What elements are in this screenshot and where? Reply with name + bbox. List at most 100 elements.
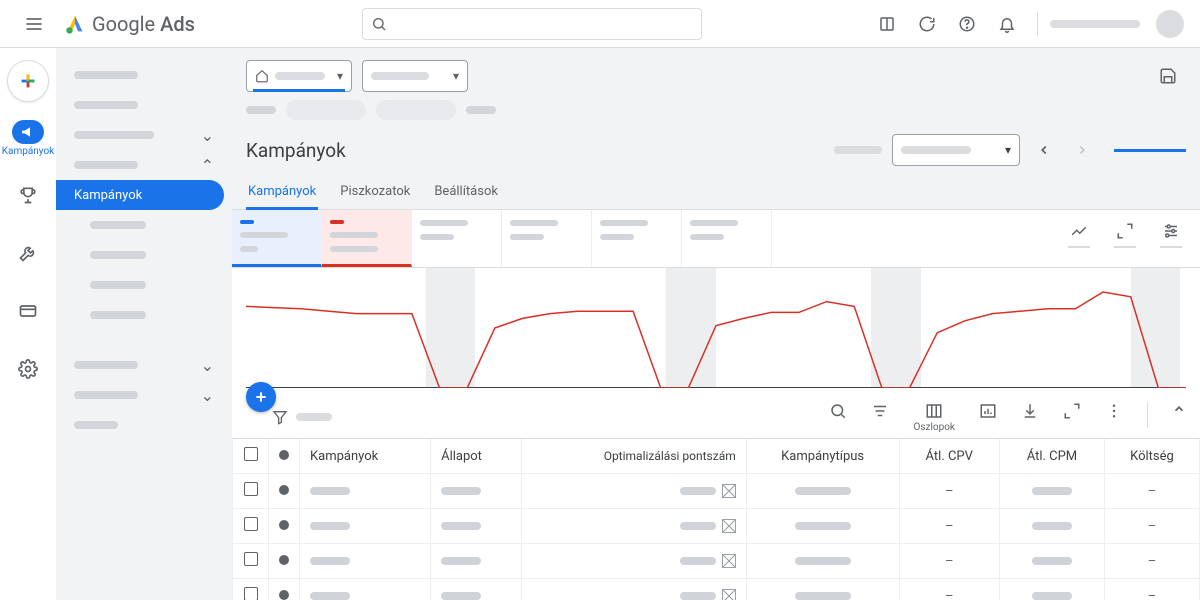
checkbox-icon[interactable] xyxy=(244,517,258,531)
rail-item-billing[interactable] xyxy=(8,291,48,331)
metric-card[interactable] xyxy=(592,210,682,267)
cell-ph xyxy=(310,592,350,600)
chart-svg xyxy=(246,268,1186,388)
date-range-selector[interactable]: ▾ xyxy=(892,134,1020,166)
cell-ph xyxy=(310,522,350,530)
nav2-item-campaigns[interactable]: Kampányok xyxy=(56,180,224,210)
metric-card-2[interactable] xyxy=(322,210,412,267)
checkbox-icon[interactable] xyxy=(244,447,258,461)
unavailable-icon xyxy=(722,519,736,533)
more-icon[interactable] xyxy=(1105,402,1123,432)
reports-icon[interactable] xyxy=(979,402,997,432)
rail-item-settings[interactable] xyxy=(8,349,48,389)
date-prev-button[interactable] xyxy=(1030,136,1058,164)
checkbox-icon[interactable] xyxy=(244,587,258,600)
status-dot-icon xyxy=(279,520,289,530)
rail-item-trophy[interactable] xyxy=(8,175,48,215)
cell-ph xyxy=(795,557,851,565)
campaigns-table: Kampányok Állapot Optimalizálási pontszá… xyxy=(232,439,1200,600)
table-row[interactable]: –– xyxy=(233,544,1200,579)
nav2-item[interactable] xyxy=(56,240,232,270)
metric-card[interactable] xyxy=(682,210,772,267)
chevron-down-icon: ⌄ xyxy=(201,356,214,375)
add-campaign-button[interactable] xyxy=(246,382,276,412)
search-box[interactable] xyxy=(362,8,702,40)
search-in-table-icon[interactable] xyxy=(829,402,847,432)
tab-drafts[interactable]: Piszkozatok xyxy=(338,176,412,209)
fullscreen-icon[interactable] xyxy=(1063,402,1081,432)
filter-ph xyxy=(296,413,332,421)
nav2-item[interactable]: ⌃ xyxy=(56,150,232,180)
th-campaigns[interactable]: Kampányok xyxy=(300,439,431,474)
bc-chip[interactable] xyxy=(286,100,366,120)
brand-name-1: Google Ads xyxy=(92,12,195,36)
create-button[interactable] xyxy=(7,60,49,102)
status-dot-icon xyxy=(279,555,289,565)
metric-card[interactable] xyxy=(412,210,502,267)
bc-seg xyxy=(246,106,276,114)
chart-type-icon[interactable] xyxy=(1068,222,1090,248)
left-rail: Kampányok xyxy=(0,48,56,600)
avatar[interactable] xyxy=(1156,10,1184,38)
th-status-dot xyxy=(269,439,300,474)
cell-ph xyxy=(1032,522,1072,530)
th-status[interactable]: Állapot xyxy=(431,439,522,474)
rail-item-tools[interactable] xyxy=(8,233,48,273)
nav2-item[interactable]: ⌄ xyxy=(56,380,232,410)
nav2-item[interactable] xyxy=(56,210,232,240)
th-cpv[interactable]: Átl. CPV xyxy=(899,439,999,474)
divider xyxy=(1037,12,1038,36)
discover-icon[interactable] xyxy=(869,6,905,42)
account-selector[interactable]: ▾ xyxy=(246,60,352,92)
nav2-item[interactable] xyxy=(56,60,232,90)
range-ph xyxy=(901,146,971,154)
columns-label: Oszlopok xyxy=(913,422,955,432)
th-select[interactable] xyxy=(233,439,269,474)
metric-cards xyxy=(232,210,1200,268)
opt-cell xyxy=(532,484,736,498)
top-right xyxy=(869,6,1184,42)
tab-campaigns[interactable]: Kampányok xyxy=(246,176,318,209)
rail-item-campaigns[interactable]: Kampányok xyxy=(2,120,55,157)
expand-icon[interactable] xyxy=(1114,222,1136,248)
table-row[interactable]: –– xyxy=(233,579,1200,600)
cell-ph xyxy=(1032,487,1072,495)
search-input[interactable] xyxy=(387,16,693,31)
nav2-item[interactable] xyxy=(56,270,232,300)
th-type[interactable]: Kampánytípus xyxy=(746,439,899,474)
nav2-item[interactable]: ⌄ xyxy=(56,350,232,380)
table-row[interactable]: –– xyxy=(233,474,1200,509)
scope-selector-2[interactable]: ▾ xyxy=(362,60,468,92)
unavailable-icon xyxy=(722,554,736,568)
nav2-item[interactable] xyxy=(56,300,232,330)
refresh-icon[interactable] xyxy=(909,6,945,42)
metric-card-1[interactable] xyxy=(232,210,322,267)
help-icon[interactable] xyxy=(949,6,985,42)
table-row[interactable]: –– xyxy=(233,509,1200,544)
nav2-item[interactable] xyxy=(56,410,232,440)
collapse-icon[interactable] xyxy=(1172,402,1186,428)
th-cost[interactable]: Költség xyxy=(1104,439,1199,474)
notifications-icon[interactable] xyxy=(989,6,1025,42)
home-icon xyxy=(255,69,269,83)
th-optscore[interactable]: Optimalizálási pontszám xyxy=(521,439,746,474)
tab-settings[interactable]: Beállítások xyxy=(432,176,500,209)
metric-card[interactable] xyxy=(502,210,592,267)
filter-button[interactable] xyxy=(272,409,332,425)
metric-indicator xyxy=(240,220,254,224)
checkbox-icon[interactable] xyxy=(244,482,258,496)
columns-icon[interactable]: Oszlopok xyxy=(913,402,955,432)
bc-chip[interactable] xyxy=(376,100,456,120)
th-cpm[interactable]: Átl. CPM xyxy=(999,439,1104,474)
search-wrapper xyxy=(362,8,702,40)
adjust-icon[interactable] xyxy=(1160,222,1182,248)
save-icon[interactable] xyxy=(1150,58,1186,94)
divider xyxy=(1147,402,1148,428)
nav2-item[interactable]: ⌄ xyxy=(56,120,232,150)
download-icon[interactable] xyxy=(1021,402,1039,432)
segment-icon[interactable] xyxy=(871,402,889,432)
checkbox-icon[interactable] xyxy=(244,552,258,566)
menu-icon[interactable] xyxy=(16,6,52,42)
bc-seg xyxy=(466,106,496,114)
nav2-item[interactable] xyxy=(56,90,232,120)
